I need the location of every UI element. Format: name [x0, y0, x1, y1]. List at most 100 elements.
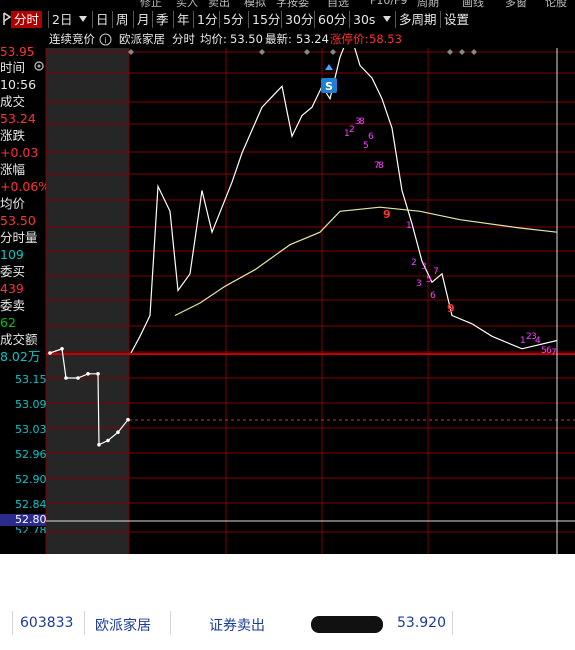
- top-menu-item[interactable]: 多窗: [505, 0, 527, 9]
- axis-price-label: 52.96: [15, 448, 47, 461]
- top-menu-item[interactable]: 模拟: [244, 0, 266, 9]
- period-toolbar: 分时 2日 日 周 月 季 年 1分 5分 15分 30分 60分 30s 多周…: [0, 9, 575, 32]
- auction-price-point: [96, 372, 100, 376]
- signal-marker: 5: [363, 141, 369, 151]
- average-price-line: [174, 206, 558, 317]
- tab-season[interactable]: 季: [152, 11, 169, 28]
- signal-marker: 2: [411, 258, 417, 268]
- axis-price-label: 52.84: [15, 498, 47, 511]
- signal-marker: 1: [406, 221, 412, 231]
- bid-label: 委买: [0, 264, 26, 279]
- tab-1min[interactable]: 1分: [193, 11, 217, 28]
- axis-price-label: 52.78: [15, 527, 46, 533]
- auction-price-point: [86, 372, 90, 376]
- latest-value: 53.24: [296, 32, 329, 46]
- trading-phase: 连续竞价: [49, 32, 95, 46]
- tab-30s[interactable]: 30s: [349, 11, 375, 28]
- time-value: 10:56: [0, 77, 37, 92]
- signal-marker: 4: [535, 336, 541, 346]
- top-menu-item[interactable]: 自选: [327, 0, 349, 9]
- auction-price-point: [106, 438, 110, 443]
- signal-marker: 7: [433, 267, 439, 277]
- top-menu-item[interactable]: 买入: [176, 0, 198, 9]
- divider: [170, 611, 171, 635]
- tab-fenshi[interactable]: 分时: [11, 11, 43, 28]
- top-menu-item[interactable]: F10/F9: [370, 0, 407, 7]
- svg-text:i: i: [104, 36, 106, 45]
- signal-marker: 6: [430, 291, 436, 301]
- axis-price-label: 52.90: [15, 473, 47, 486]
- axis-price-label: 53.09: [15, 398, 47, 411]
- change-label: 涨跌: [0, 128, 26, 143]
- limit-up-label: 涨停价:: [330, 32, 369, 46]
- bid-value: 439: [0, 281, 24, 296]
- signal-marker: 9: [447, 302, 455, 315]
- event-diamond-marker: [471, 49, 477, 55]
- divider: [12, 611, 13, 635]
- event-diamond-marker: [259, 49, 265, 55]
- turnover-label: 成交额: [0, 332, 38, 347]
- auction-price-point: [60, 347, 64, 351]
- top-menu-item[interactable]: 修正: [140, 0, 162, 9]
- axis-price-label: 53.03: [15, 423, 47, 436]
- ask-label: 委卖: [0, 298, 26, 313]
- top-menu-item[interactable]: 画线: [462, 0, 484, 9]
- change-pct-label: 涨幅: [0, 162, 26, 177]
- ask-value: 62: [0, 315, 16, 330]
- tab-year[interactable]: 年: [173, 11, 190, 28]
- top-menu-item[interactable]: 卖出: [208, 0, 230, 9]
- triangle-down-icon[interactable]: [382, 12, 392, 29]
- tab-60min[interactable]: 60分: [314, 11, 346, 28]
- divider: [452, 611, 453, 635]
- signal-marker: 3: [416, 279, 422, 289]
- auction-price-point: [97, 442, 101, 447]
- trade-record-row[interactable]: 603833 欧派家居 证券卖出 53.920: [0, 605, 575, 645]
- deal-label: 成交: [0, 94, 26, 109]
- tab-settings[interactable]: 设置: [440, 11, 469, 28]
- redacted-quantity: [311, 616, 383, 633]
- top-menu-strip: 修正 买入 卖出 模拟 字按委 自选 F10/F9 周期 画线 多窗 论股: [0, 0, 575, 9]
- quote-info-bar: 连续竞价 i 欧派家居 分时 均价: 53.50 最新: 53.24 涨停价: …: [0, 31, 575, 48]
- event-diamond-marker: [304, 49, 310, 55]
- auction-price-point: [48, 351, 52, 355]
- top-menu-item[interactable]: 字按委: [276, 0, 309, 9]
- latest-label: 最新:: [265, 32, 292, 46]
- signal-marker: 9: [383, 208, 391, 221]
- tab-month[interactable]: 月: [133, 11, 150, 28]
- auction-price-point: [126, 417, 130, 422]
- tab-2day[interactable]: 2日: [48, 11, 72, 28]
- highlighted-price-label: 52.80: [0, 514, 47, 526]
- auction-price-point: [76, 376, 80, 380]
- tab-5min[interactable]: 5分: [219, 11, 243, 28]
- limit-up-value: 58.53: [369, 32, 402, 46]
- tab-15min[interactable]: 15分: [248, 11, 280, 28]
- change-pct-value: +0.06%: [0, 179, 46, 194]
- top-price-label: 53.95: [0, 45, 35, 59]
- sell-badge-text: S: [325, 80, 333, 93]
- minute-volume-label: 分时量: [0, 230, 38, 245]
- tab-30min[interactable]: 30分: [281, 11, 313, 28]
- stock-name-cell: 欧派家居: [95, 618, 151, 634]
- signal-marker: 6: [368, 132, 374, 142]
- signal-marker: 8: [359, 117, 365, 127]
- top-menu-item[interactable]: 论股: [545, 0, 567, 9]
- chart-markers: S1 2385678912 33 57691 2 345 6 7: [128, 49, 557, 358]
- auction-price-point: [64, 376, 68, 380]
- intraday-chart[interactable]: S1 2385678912 33 57691 2 345 6 7: [0, 48, 575, 554]
- stock-name: 欧派家居: [119, 32, 165, 46]
- divider: [84, 611, 85, 635]
- signal-marker: 3: [421, 262, 427, 272]
- triangle-down-icon[interactable]: [78, 12, 88, 29]
- event-diamond-marker: [459, 49, 465, 55]
- tab-day[interactable]: 日: [92, 11, 109, 28]
- left-info-panel: 53.95 时间 10:56 成交 53.24 涨跌 +0.03 涨幅 +0.0…: [0, 45, 47, 554]
- stock-code: 603833: [20, 615, 74, 631]
- minute-volume-value: 109: [0, 247, 24, 262]
- avg-value: 53.50: [230, 32, 263, 46]
- tab-multi-period[interactable]: 多周期: [395, 11, 437, 28]
- tab-week[interactable]: 周: [112, 11, 129, 28]
- signal-marker: 1: [520, 336, 526, 346]
- signal-marker: 5: [426, 275, 432, 285]
- trade-action: 证券卖出: [209, 618, 265, 634]
- top-menu-item[interactable]: 周期: [417, 0, 439, 9]
